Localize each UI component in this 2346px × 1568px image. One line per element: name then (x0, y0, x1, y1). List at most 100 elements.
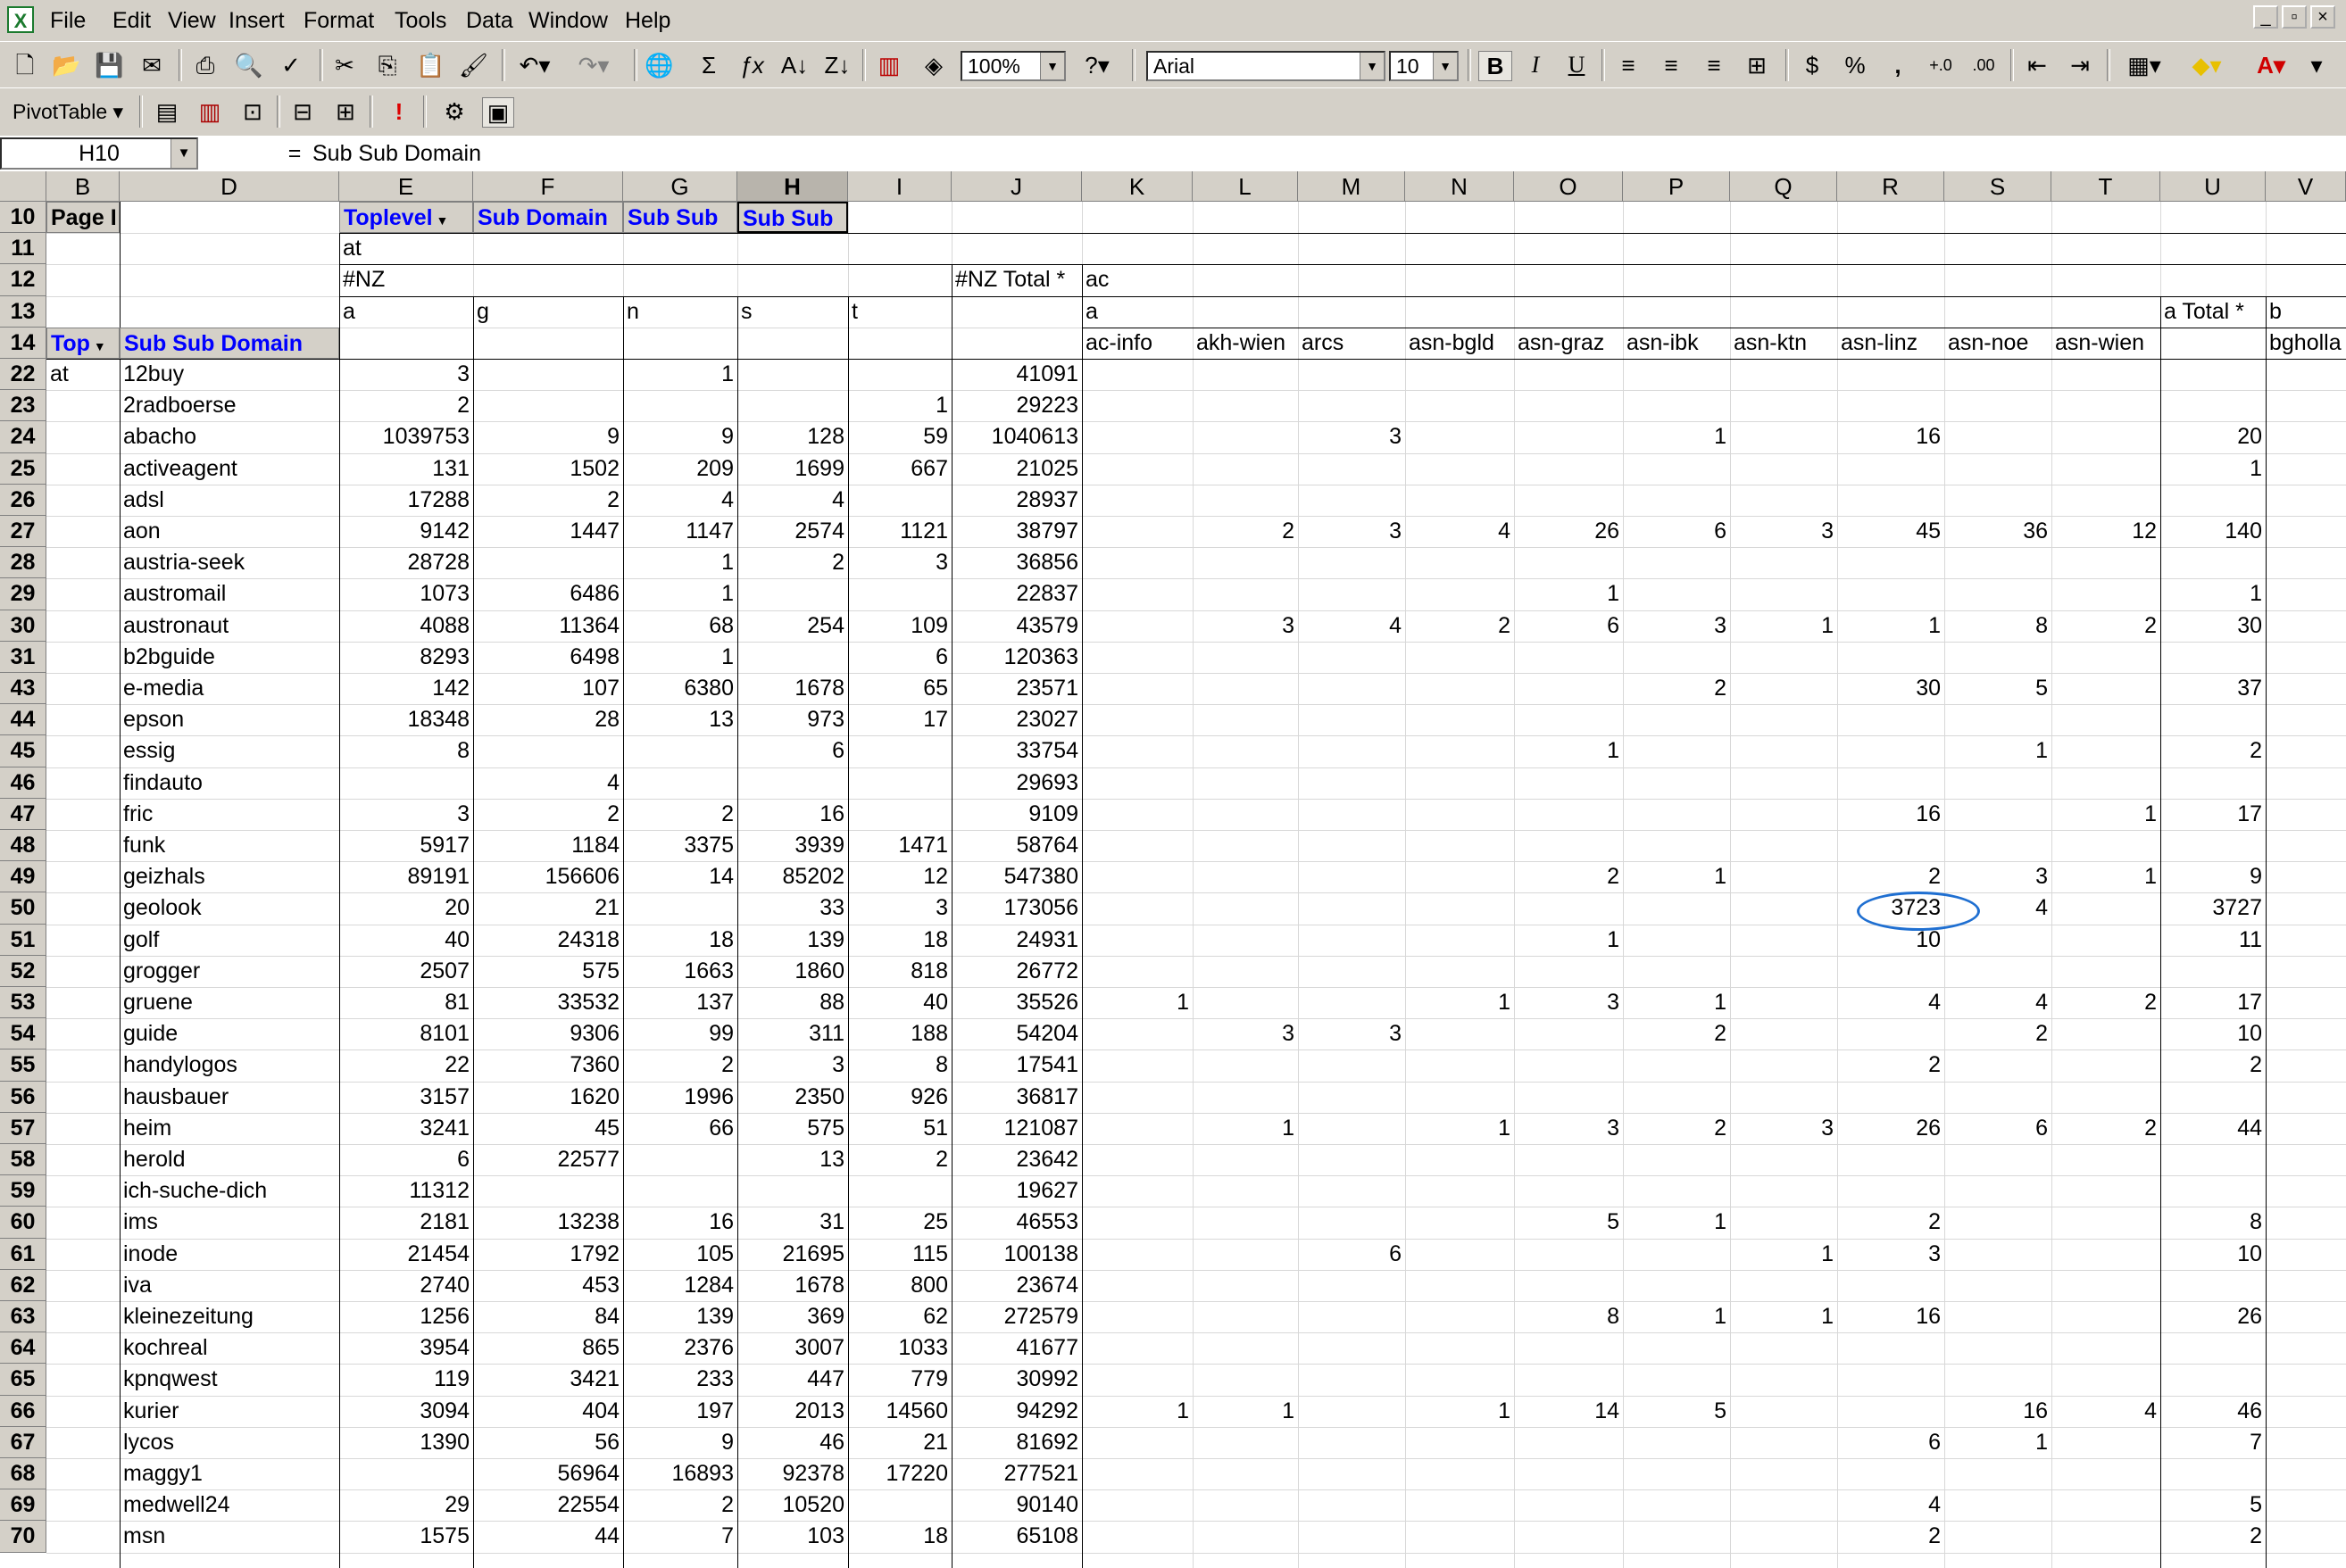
data-cell[interactable] (1298, 390, 1405, 421)
data-cell[interactable] (1623, 1175, 1730, 1207)
increase-indent-icon[interactable]: ⇥ (2066, 51, 2094, 79)
data-cell[interactable]: 105 (623, 1239, 737, 1270)
row-label-subsubdomain[interactable]: findauto (120, 767, 339, 799)
data-cell[interactable]: 58764 (952, 830, 1082, 861)
column-item-r[interactable]: asn-linz (1837, 328, 1944, 359)
data-cell[interactable]: 9 (473, 421, 623, 452)
data-cell[interactable]: 3 (1730, 1113, 1837, 1144)
column-header-b[interactable]: B (46, 171, 120, 202)
data-cell[interactable] (1193, 1301, 1298, 1332)
data-cell[interactable] (1405, 390, 1514, 421)
data-cell[interactable]: 1 (1514, 735, 1623, 767)
data-cell[interactable] (1730, 987, 1837, 1018)
data-cell[interactable] (1193, 453, 1298, 485)
data-cell[interactable] (1944, 830, 2051, 861)
data-cell[interactable]: 36817 (952, 1082, 1082, 1113)
row-header[interactable]: 58 (0, 1144, 46, 1176)
column-item-t[interactable]: asn-wien (2051, 328, 2160, 359)
data-cell[interactable]: 17288 (339, 485, 473, 516)
data-cell[interactable]: 3 (1514, 1113, 1623, 1144)
data-cell[interactable]: 45 (473, 1113, 623, 1144)
data-cell[interactable] (1405, 1332, 1514, 1364)
data-cell[interactable] (2160, 767, 2266, 799)
column-header-g[interactable]: G (623, 171, 737, 202)
data-cell[interactable] (1405, 1049, 1514, 1081)
data-cell[interactable]: 119 (339, 1364, 473, 1395)
row-header[interactable]: 63 (0, 1301, 46, 1333)
data-cell[interactable]: 1 (1730, 1239, 1837, 1270)
data-cell[interactable] (2160, 956, 2266, 987)
data-cell[interactable] (1944, 642, 2051, 673)
data-cell[interactable] (1082, 704, 1193, 735)
data-cell[interactable] (1514, 1332, 1623, 1364)
data-cell[interactable] (1514, 956, 1623, 987)
data-cell[interactable] (1730, 390, 1837, 421)
data-cell[interactable]: 1 (623, 578, 737, 610)
data-cell[interactable]: 1 (1623, 1301, 1730, 1332)
data-cell[interactable]: 1 (1730, 1301, 1837, 1332)
data-cell[interactable] (1837, 578, 1944, 610)
data-cell[interactable] (1405, 453, 1514, 485)
data-cell[interactable] (1730, 359, 1837, 390)
data-cell[interactable] (1623, 485, 1730, 516)
data-cell[interactable] (848, 359, 952, 390)
data-cell[interactable] (1514, 390, 1623, 421)
data-cell[interactable]: 575 (737, 1113, 848, 1144)
data-cell[interactable] (1405, 767, 1514, 799)
worksheet-grid[interactable]: BDEFGHIJKLMNOPQRSTUV 10 11 12 13 14 22 23 24 25 2… (0, 171, 2346, 1568)
data-cell[interactable]: 16 (737, 799, 848, 830)
data-cell[interactable]: 38797 (952, 516, 1082, 547)
data-cell[interactable] (2051, 892, 2160, 924)
data-cell[interactable] (1193, 1521, 1298, 1552)
data-cell[interactable] (1193, 1239, 1298, 1270)
data-cell[interactable] (1298, 1207, 1405, 1238)
data-cell[interactable]: 575 (473, 956, 623, 987)
data-cell[interactable]: 1792 (473, 1239, 623, 1270)
data-cell[interactable] (1730, 421, 1837, 452)
row-label-subsubdomain[interactable]: 2radboerse (120, 390, 339, 421)
data-cell[interactable]: 7360 (473, 1049, 623, 1081)
data-cell[interactable] (1514, 547, 1623, 578)
subsub-value-i[interactable]: t (848, 296, 952, 328)
data-cell[interactable] (1193, 1175, 1298, 1207)
data-cell[interactable]: 11 (2160, 925, 2266, 956)
top-field-button[interactable]: Top ▼ (46, 327, 120, 359)
data-cell[interactable] (2051, 642, 2160, 673)
data-cell[interactable] (2160, 1144, 2266, 1175)
data-cell[interactable]: 28728 (339, 547, 473, 578)
data-cell[interactable]: 14 (1514, 1396, 1623, 1427)
row-label-subsubdomain[interactable]: activeagent (120, 453, 339, 485)
data-cell[interactable] (1514, 1427, 1623, 1458)
data-cell[interactable] (1730, 1489, 1837, 1521)
data-cell[interactable]: 4 (737, 485, 848, 516)
open-icon[interactable]: 📂 (52, 51, 80, 79)
row-label-subsubdomain[interactable]: iva (120, 1270, 339, 1301)
row-label-top[interactable] (46, 1364, 120, 1395)
data-cell[interactable] (1944, 1301, 2051, 1332)
data-cell[interactable]: 7 (623, 1521, 737, 1552)
data-cell[interactable]: 1 (2160, 578, 2266, 610)
spelling-icon[interactable]: ✓ (277, 51, 305, 79)
column-header-j[interactable]: J (952, 171, 1082, 202)
row-label-top[interactable] (46, 1082, 120, 1113)
hyperlink-icon[interactable]: 🌐 (645, 51, 673, 79)
row-header[interactable]: 45 (0, 735, 46, 767)
data-cell[interactable] (2160, 1175, 2266, 1207)
data-cell[interactable] (2160, 1332, 2266, 1364)
data-cell[interactable] (1298, 1175, 1405, 1207)
data-cell[interactable] (2051, 704, 2160, 735)
row-header[interactable]: 53 (0, 987, 46, 1019)
data-cell[interactable]: 5 (1944, 673, 2051, 704)
data-cell[interactable]: 29693 (952, 767, 1082, 799)
data-cell[interactable]: 30992 (952, 1364, 1082, 1395)
data-cell[interactable]: 21695 (737, 1239, 848, 1270)
data-cell[interactable]: 54204 (952, 1018, 1082, 1049)
font-color-icon[interactable]: A▾ (2246, 51, 2296, 79)
data-cell[interactable]: 107 (473, 673, 623, 704)
row-label-subsubdomain[interactable]: geizhals (120, 861, 339, 892)
data-cell[interactable]: 23642 (952, 1144, 1082, 1175)
percent-icon[interactable]: % (1841, 51, 1869, 79)
data-cell[interactable] (1082, 547, 1193, 578)
data-cell[interactable]: 1184 (473, 830, 623, 861)
row-header[interactable]: 54 (0, 1018, 46, 1050)
